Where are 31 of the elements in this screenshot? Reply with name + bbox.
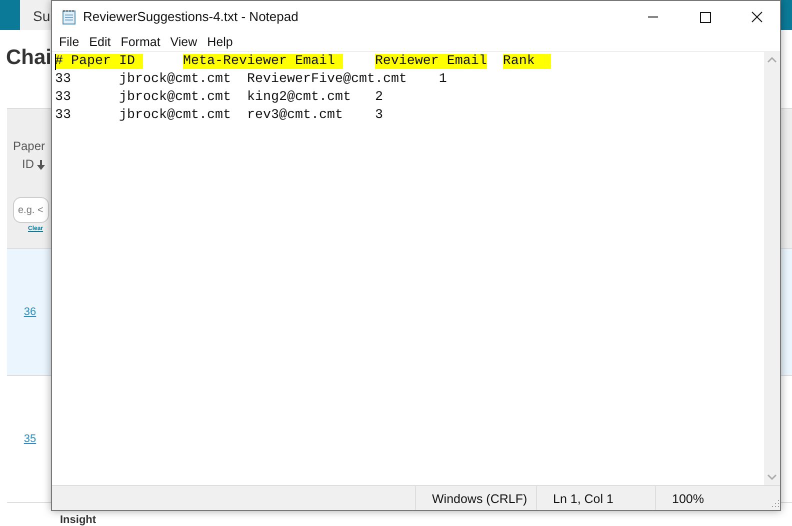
menu-item[interactable]: Help xyxy=(202,33,238,51)
nav-tab[interactable]: Su xyxy=(20,0,51,30)
highlighted-text: # Paper ID xyxy=(55,54,143,69)
scrollbar[interactable] xyxy=(764,52,780,485)
close-icon xyxy=(752,12,762,22)
table-cell: Insight xyxy=(60,515,96,525)
highlighted-text: Reviewer Email xyxy=(374,54,487,69)
text-line: 33 jbrock@cmt.cmt king2@cmt.cmt 2 xyxy=(55,90,383,105)
highlighted-text: Rank xyxy=(502,54,551,69)
column-header[interactable]: Paper ID xyxy=(13,137,43,173)
menu-item[interactable]: Format xyxy=(116,33,166,51)
paper-id-link[interactable]: 35 xyxy=(7,430,53,448)
menu-item[interactable]: Edit xyxy=(84,33,116,51)
text-cursor xyxy=(55,54,56,70)
menu-item[interactable]: File xyxy=(54,33,84,51)
sort-down-icon[interactable] xyxy=(37,160,45,170)
page-heading: Chai xyxy=(6,46,52,69)
text-area[interactable]: # Paper ID Meta-Reviewer Email Reviewer Email Rank 33 jbrock@cmt.cmt ReviewerFive@cmt.cmt 1 33 jbrock@cmt.cmt king2@cmt.cmt 2 33 jbrock@cmt.cmt rev3@cmt.cmt 3 xyxy=(52,52,764,485)
notepad-icon xyxy=(61,9,77,25)
highlighted-text: Meta-Reviewer Email xyxy=(182,54,343,69)
maximize-icon xyxy=(700,12,711,23)
text-line: 33 jbrock@cmt.cmt ReviewerFive@cmt.cmt 1 xyxy=(55,72,447,87)
filter-field[interactable]: e.g. < xyxy=(13,197,49,223)
menu-item[interactable]: View xyxy=(165,33,202,51)
status-text: 100% xyxy=(672,492,704,506)
status-text: Ln 1, Col 1 xyxy=(553,492,614,506)
text-line: 33 jbrock@cmt.cmt rev3@cmt.cmt 3 xyxy=(55,108,383,123)
resize-grip-icon[interactable] xyxy=(770,499,780,509)
minimize-icon xyxy=(648,16,658,18)
status-text: Windows (CRLF) xyxy=(432,492,528,506)
window-title: ReviewerSuggestions-4.txt - Notepad xyxy=(83,8,300,26)
